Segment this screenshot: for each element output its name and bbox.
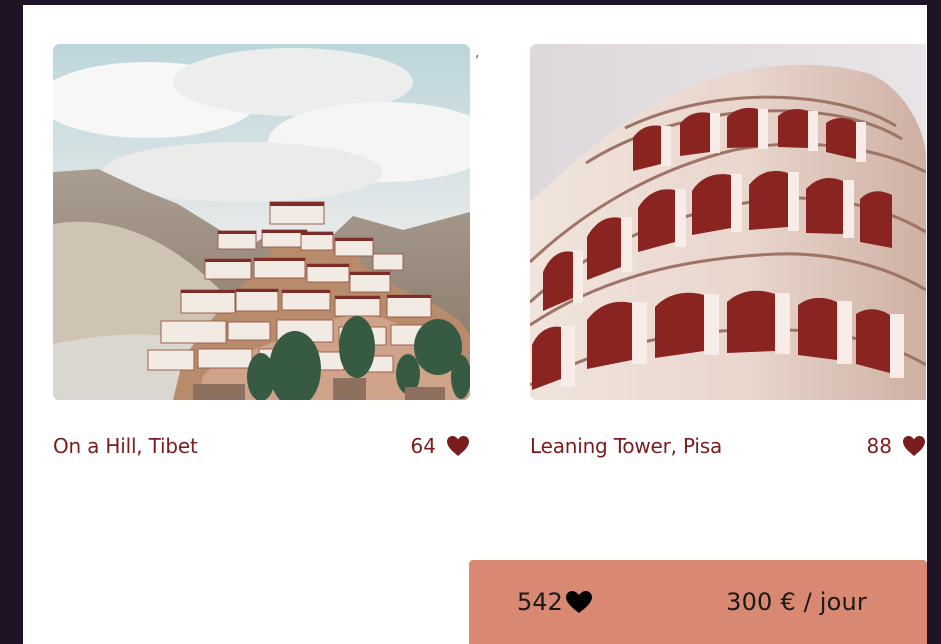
caption-pisa: Leaning Tower, Pisa 88 bbox=[530, 430, 926, 462]
gallery-page: , On a Hill, Tibet 64 Leaning Tower, Pis… bbox=[23, 5, 927, 644]
pisa-image bbox=[530, 44, 926, 400]
price-per-day: 300 € / jour bbox=[726, 588, 867, 616]
photo-pisa[interactable] bbox=[530, 44, 926, 400]
summary-likes-count: 542 bbox=[517, 588, 563, 616]
booking-summary-bar[interactable]: 542 300 € / jour bbox=[469, 560, 927, 644]
summary-likes: 542 bbox=[517, 588, 593, 616]
likes-counter[interactable]: 88 bbox=[867, 434, 926, 458]
likes-count: 64 bbox=[410, 434, 436, 458]
decorative-mark: , bbox=[475, 45, 480, 61]
photo-title[interactable]: Leaning Tower, Pisa bbox=[530, 434, 722, 458]
heart-icon bbox=[565, 590, 593, 614]
photo-card-pisa[interactable]: Leaning Tower, Pisa 88 bbox=[530, 44, 926, 458]
photo-title[interactable]: On a Hill, Tibet bbox=[53, 434, 198, 458]
photo-card-tibet[interactable]: On a Hill, Tibet 64 bbox=[53, 44, 470, 458]
heart-icon[interactable] bbox=[446, 435, 470, 457]
caption-tibet: On a Hill, Tibet 64 bbox=[53, 430, 470, 462]
likes-count: 88 bbox=[866, 434, 892, 458]
tibet-image bbox=[53, 44, 470, 400]
photo-tibet[interactable] bbox=[53, 44, 470, 400]
likes-counter[interactable]: 64 bbox=[411, 434, 470, 458]
heart-icon[interactable] bbox=[902, 435, 926, 457]
